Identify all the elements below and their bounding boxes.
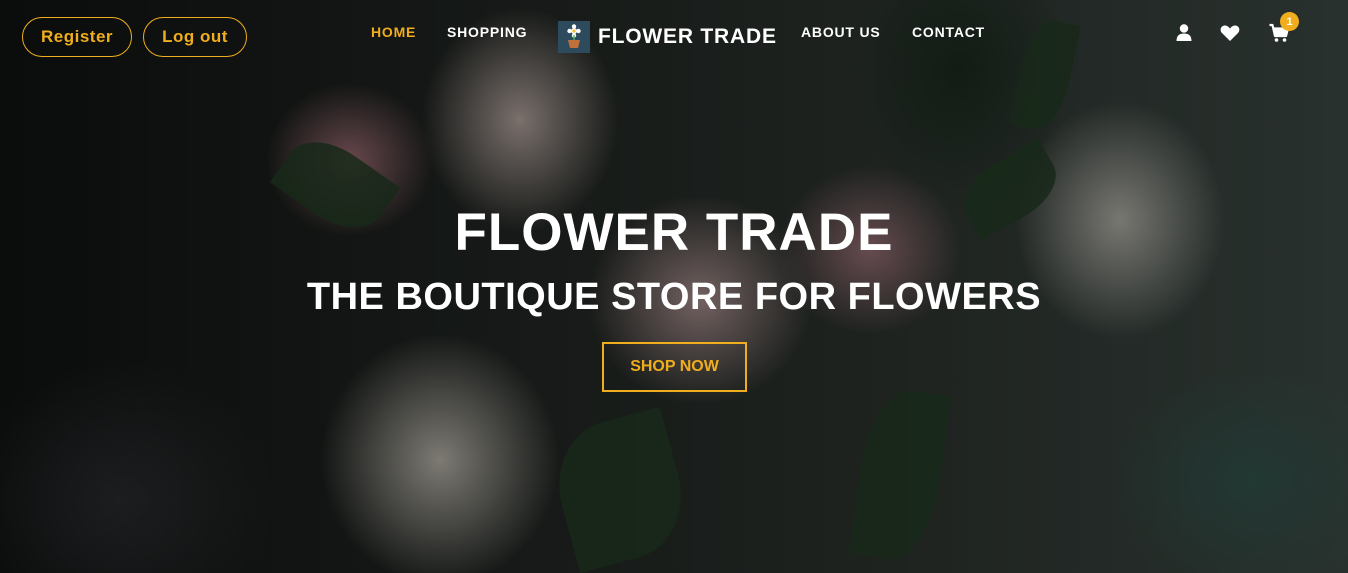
brand[interactable]: FLOWER TRADE	[558, 21, 777, 53]
hero-title: FLOWER TRADE	[454, 203, 894, 262]
shop-now-button[interactable]: SHOP NOW	[602, 342, 747, 392]
flower-pot-icon	[558, 21, 590, 53]
nav-contact[interactable]: CONTACT	[912, 24, 985, 40]
nav-shopping[interactable]: SHOPPING	[447, 24, 527, 40]
logout-button[interactable]: Log out	[143, 17, 247, 57]
top-navbar: Register Log out HOME SHOPPING FLOWER TR…	[0, 0, 1348, 72]
cart-count-badge: 1	[1280, 12, 1299, 31]
hero-subtitle: THE BOUTIQUE STORE FOR FLOWERS	[306, 276, 1042, 318]
user-icon[interactable]	[1173, 22, 1195, 44]
heart-icon[interactable]	[1219, 22, 1241, 44]
register-button[interactable]: Register	[22, 17, 132, 57]
nav-about[interactable]: ABOUT US	[801, 24, 881, 40]
brand-name: FLOWER TRADE	[598, 25, 777, 48]
nav-home[interactable]: HOME	[371, 24, 416, 40]
